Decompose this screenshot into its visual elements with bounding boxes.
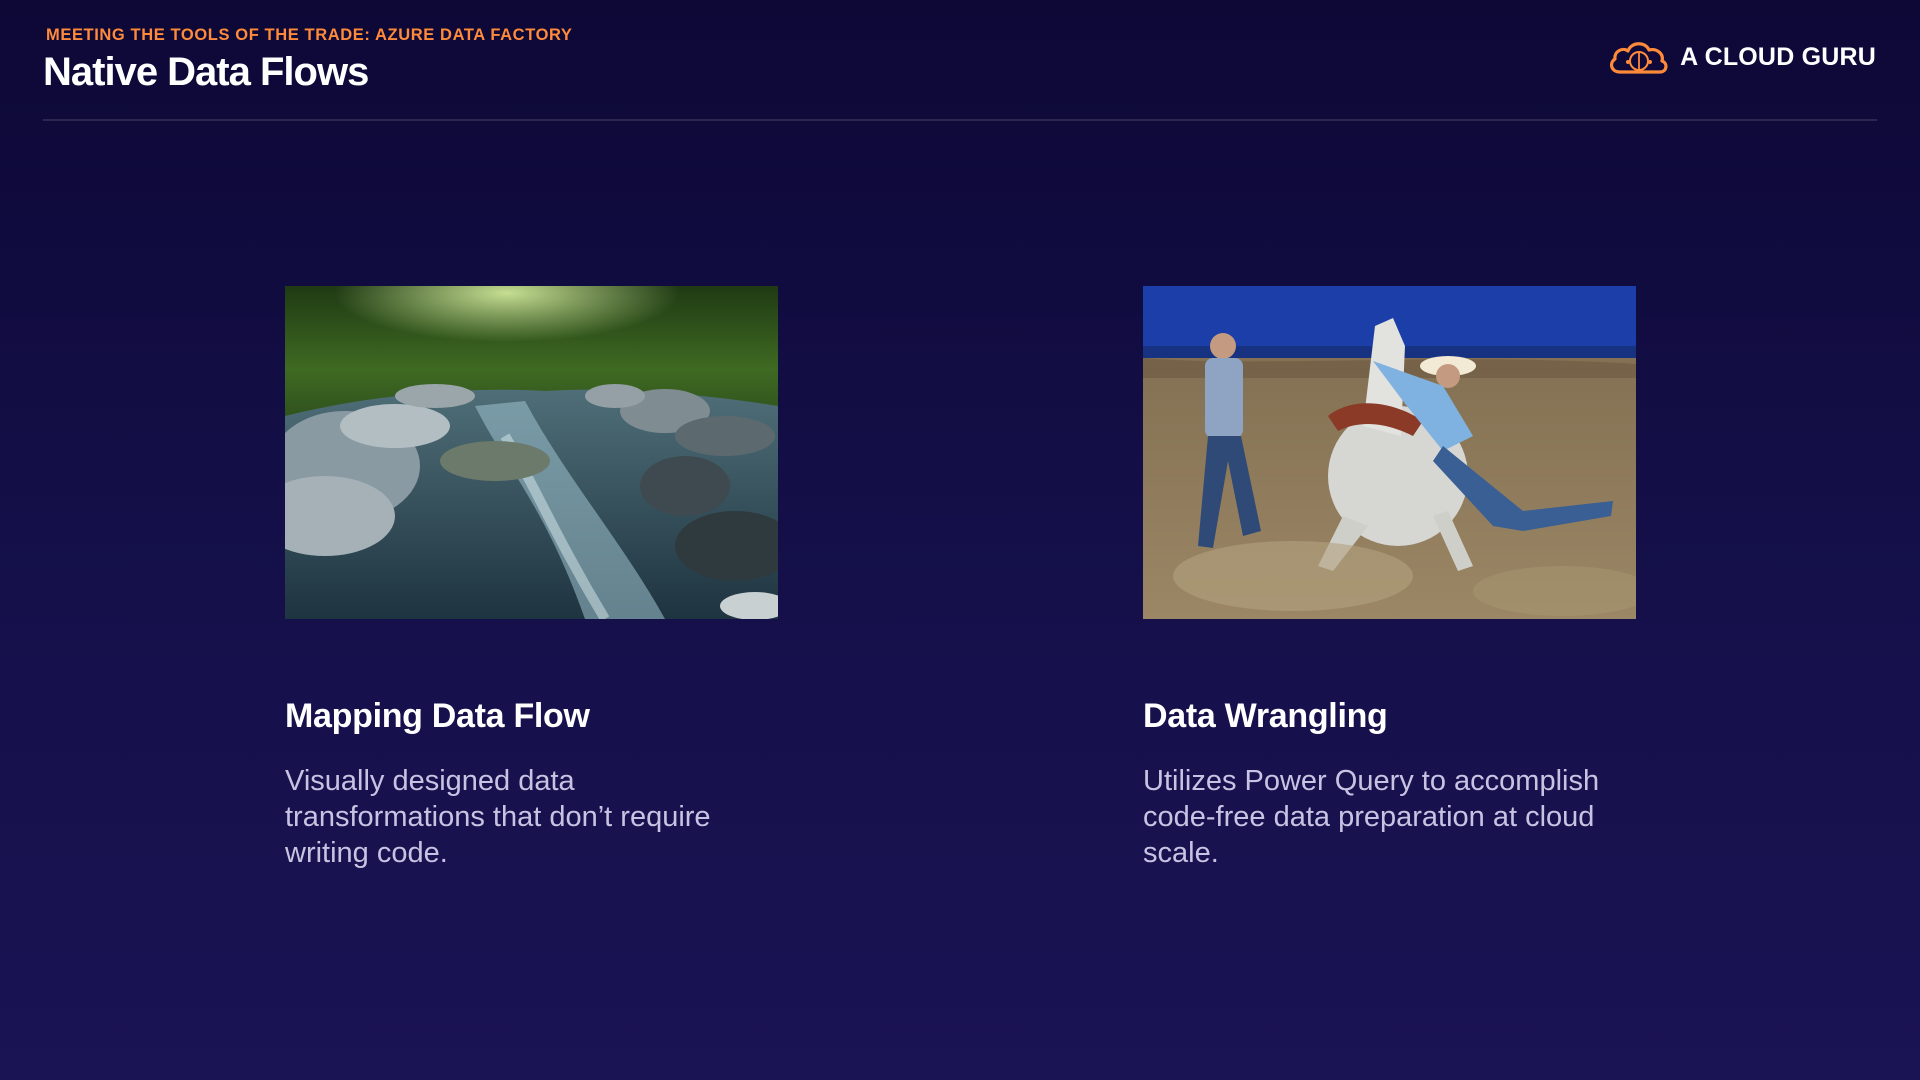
horse-wrangling-photo	[1143, 286, 1636, 619]
cloud-logo-icon	[1610, 42, 1668, 74]
card-title: Data Wrangling	[1143, 697, 1388, 735]
card-mapping-data-flow: Mapping Data Flow Visually designed data…	[285, 286, 778, 871]
brand-logo: A CLOUD GURU	[1606, 36, 1876, 78]
card-title: Mapping Data Flow	[285, 697, 590, 735]
card-description: Visually designed data transformations t…	[285, 765, 711, 869]
card-description: Utilizes Power Query to accomplish code-…	[1143, 765, 1600, 869]
river-stream-photo	[285, 286, 778, 619]
brand-name: A CLOUD GURU	[1680, 42, 1876, 71]
slide-title: Native Data Flows	[43, 50, 369, 94]
header-divider	[43, 119, 1877, 121]
card-data-wrangling: Data Wrangling Utilizes Power Query to a…	[1143, 286, 1636, 871]
slide-eyebrow: MEETING THE TOOLS OF THE TRADE: AZURE DA…	[46, 26, 573, 44]
